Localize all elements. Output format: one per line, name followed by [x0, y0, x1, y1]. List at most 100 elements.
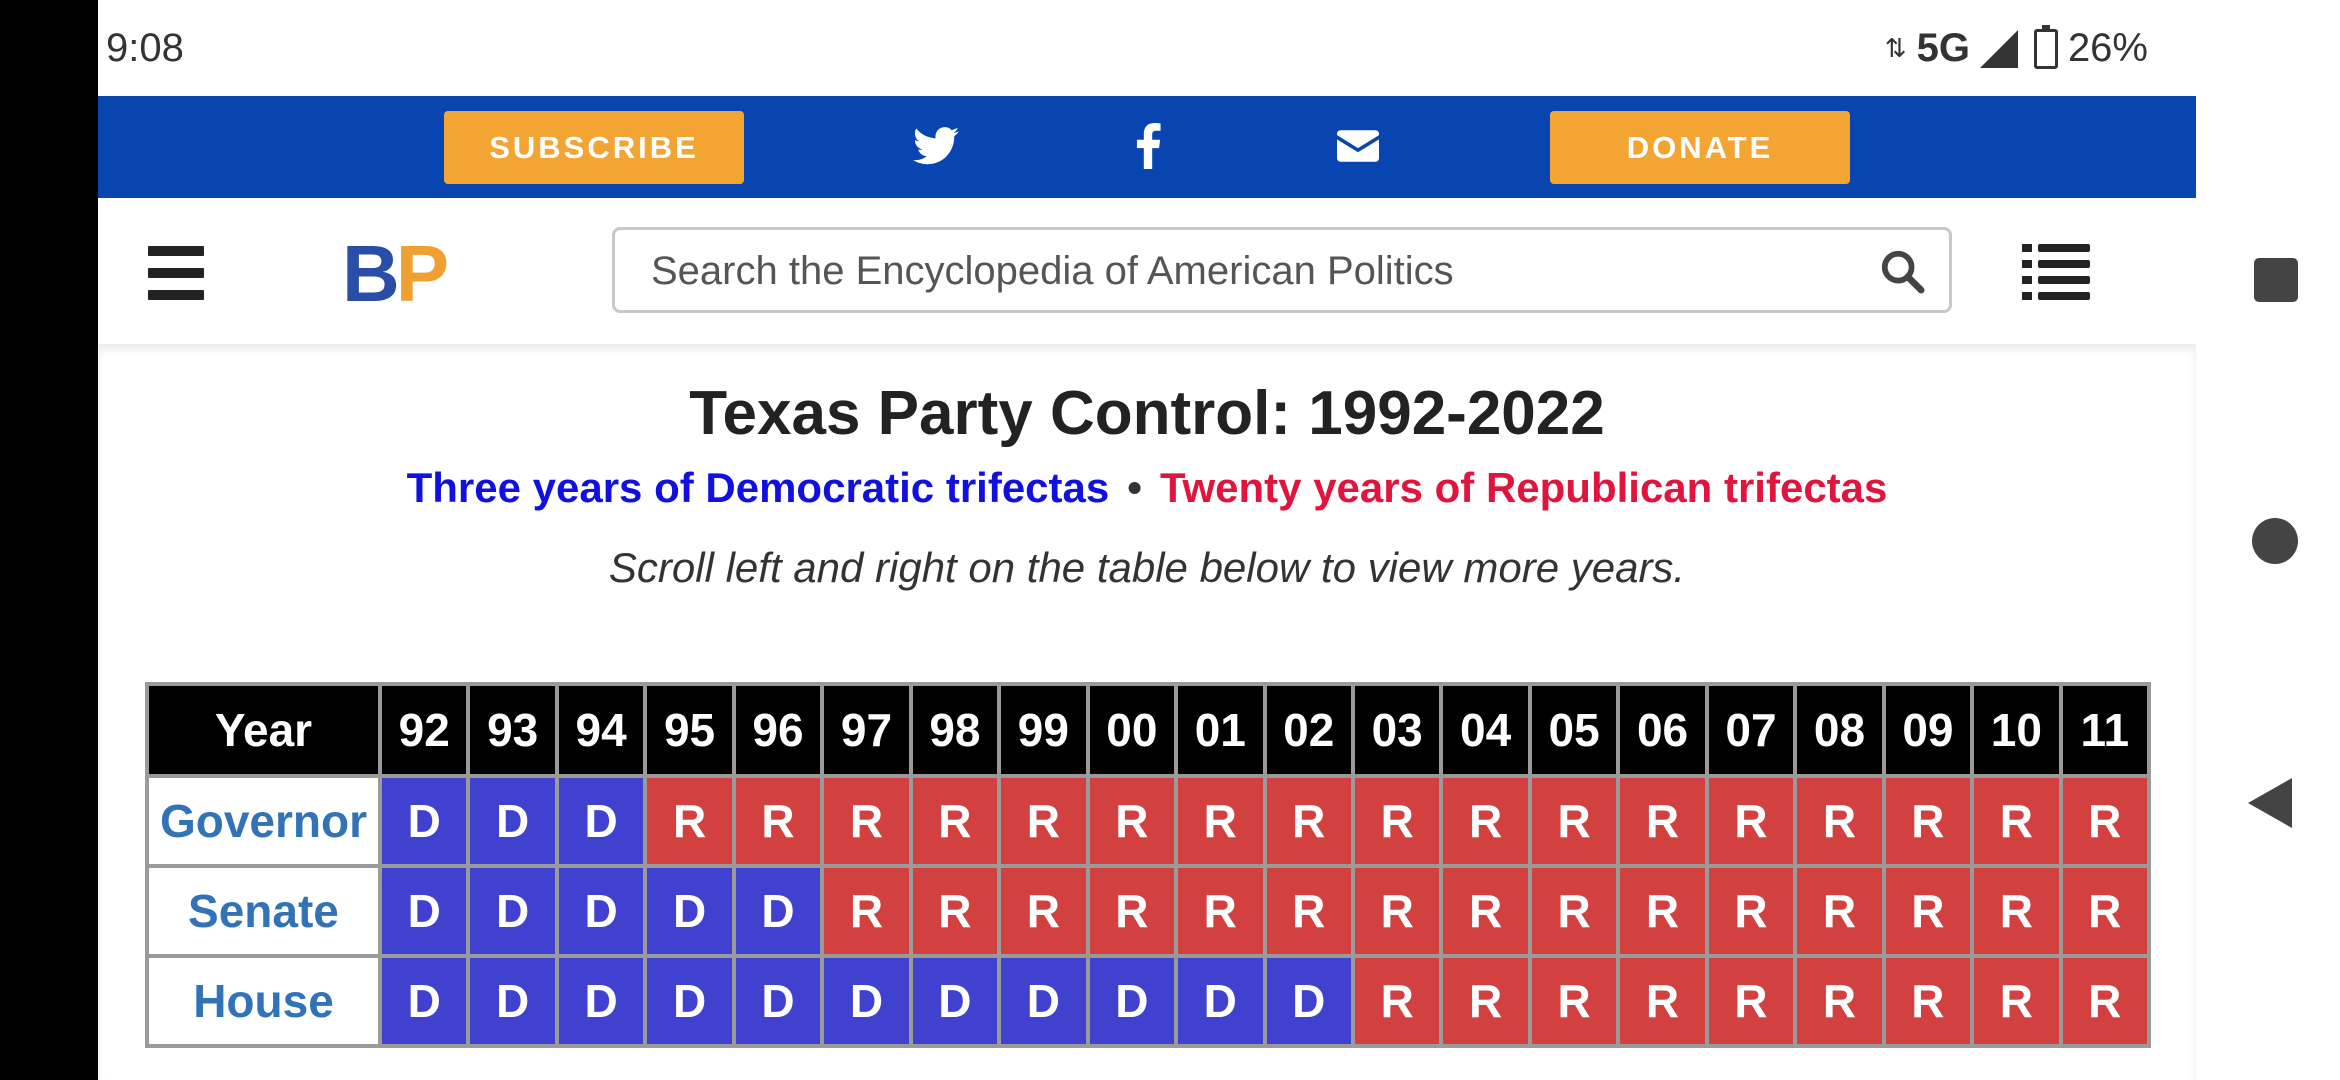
party-cell: R: [1439, 954, 1532, 1048]
party-cell: D: [820, 954, 913, 1048]
republican-trifecta-link[interactable]: Twenty years of Republican trifectas: [1160, 464, 1887, 511]
party-cell: R: [1439, 864, 1532, 958]
party-cell: D: [1174, 954, 1267, 1048]
party-cell: R: [1616, 954, 1709, 1048]
table-body: Governor D D D R R R R R R R R R R R R R R R R R Senate D D D D D R…: [145, 774, 2151, 1048]
party-cell: R: [1085, 774, 1179, 868]
party-cell: R: [1527, 774, 1621, 868]
row-label[interactable]: Senate: [145, 864, 382, 958]
site-header: BP: [98, 198, 2196, 345]
year-header-cell: 01: [1174, 682, 1267, 778]
row-label[interactable]: Governor: [145, 774, 382, 868]
party-cell: R: [1793, 774, 1886, 868]
party-cell: R: [1616, 864, 1709, 958]
party-cell: R: [908, 864, 1002, 958]
donate-button[interactable]: DONATE: [1550, 111, 1850, 184]
party-cell: R: [1262, 864, 1355, 958]
scroll-note: Scroll left and right on the table below…: [608, 544, 1686, 591]
status-bar: 9:08 ⇅ 5G 26%: [98, 0, 2196, 96]
year-header-row: Year 92 93 94 95 96 97 98 99 00 01 02 03 04 05 06 07 08 0…: [145, 682, 2151, 778]
table-row: Governor D D D R R R R R R R R R R R R R R R R R: [145, 774, 2151, 868]
data-arrows-icon: ⇅: [1884, 33, 1907, 63]
email-icon[interactable]: [1328, 116, 1388, 176]
party-cell: R: [2058, 864, 2151, 958]
party-cell: D: [908, 954, 1002, 1048]
year-header-cell: 94: [554, 682, 648, 778]
party-cell: D: [554, 954, 648, 1048]
party-cell: D: [1085, 954, 1179, 1048]
year-header-cell: 95: [643, 682, 736, 778]
party-cell: R: [1793, 954, 1886, 1048]
home-icon[interactable]: [2252, 518, 2298, 564]
table-row: Senate D D D D D R R R R R R R R R R R R R R R: [145, 864, 2151, 958]
year-header-cell: 07: [1704, 682, 1798, 778]
party-cell: R: [820, 774, 913, 868]
party-cell: R: [1085, 864, 1179, 958]
twitter-icon[interactable]: [906, 116, 966, 176]
year-header-cell: 97: [820, 682, 913, 778]
row-label[interactable]: House: [145, 954, 382, 1048]
party-control-table-scroll[interactable]: Year 92 93 94 95 96 97 98 99 00 01 02 03 04 05 06 07 08 0…: [145, 682, 2151, 1080]
network-type: 5G: [1916, 26, 1970, 70]
party-cell: R: [1174, 864, 1267, 958]
facebook-icon[interactable]: [1118, 116, 1178, 176]
year-header-cell: 00: [1085, 682, 1179, 778]
party-cell: D: [554, 774, 648, 868]
party-cell: R: [1350, 774, 1444, 868]
party-cell: R: [1881, 954, 1975, 1048]
party-cell: D: [377, 864, 471, 958]
party-cell: R: [820, 864, 913, 958]
party-cell: R: [1350, 954, 1444, 1048]
back-icon[interactable]: [2248, 778, 2292, 828]
party-cell: R: [1527, 864, 1621, 958]
search-icon[interactable]: [1879, 248, 1925, 294]
year-header-cell: 92: [377, 682, 471, 778]
search-input[interactable]: [615, 230, 1833, 312]
status-right: ⇅ 5G 26%: [1884, 24, 2148, 71]
year-header-cell: 03: [1350, 682, 1444, 778]
list-menu-icon[interactable]: [2022, 242, 2090, 302]
party-cell: R: [643, 774, 736, 868]
party-cell: R: [997, 864, 1090, 958]
top-action-bar: SUBSCRIBE DONATE: [98, 96, 2196, 198]
party-cell: R: [1704, 954, 1798, 1048]
party-cell: R: [997, 774, 1090, 868]
party-cell: R: [2058, 774, 2151, 868]
party-cell: R: [1439, 774, 1532, 868]
year-header-cell: 06: [1616, 682, 1709, 778]
party-control-table: Year 92 93 94 95 96 97 98 99 00 01 02 03 04 05 06 07 08 0…: [145, 682, 2151, 1048]
party-cell: R: [1881, 864, 1975, 958]
signal-icon: [1979, 29, 2018, 68]
year-header-cell: 96: [731, 682, 825, 778]
year-header-cell: 08: [1793, 682, 1886, 778]
trifecta-summary: Three years of Democratic trifectas • Twen…: [98, 464, 2196, 512]
party-cell: R: [1262, 774, 1355, 868]
democratic-trifecta-link[interactable]: Three years of Democratic trifectas: [407, 464, 1110, 511]
party-cell: D: [377, 954, 471, 1048]
ballotpedia-logo[interactable]: BP: [342, 228, 449, 320]
year-header-cell: 98: [908, 682, 1002, 778]
party-cell: D: [731, 864, 825, 958]
phone-screen: 9:08 ⇅ 5G 26% SUBSCRIBE DONATE BP Search…: [98, 0, 2196, 1080]
party-cell: R: [1704, 864, 1798, 958]
party-cell: R: [2058, 954, 2151, 1048]
recent-apps-icon[interactable]: [2254, 258, 2298, 302]
party-cell: D: [466, 864, 559, 958]
party-cell: R: [1350, 864, 1444, 958]
status-time: 9:08: [106, 26, 184, 70]
party-cell: R: [1527, 954, 1621, 1048]
party-cell: R: [908, 774, 1002, 868]
year-header-label: Year: [145, 682, 382, 778]
party-cell: R: [1616, 774, 1709, 868]
hamburger-menu-icon[interactable]: [148, 246, 204, 300]
party-cell: R: [1174, 774, 1267, 868]
separator-dot: •: [1127, 464, 1142, 511]
party-cell: R: [1970, 954, 2063, 1048]
year-header-cell: 99: [997, 682, 1090, 778]
party-cell: R: [1970, 864, 2063, 958]
year-header-cell: 09: [1881, 682, 1975, 778]
party-cell: D: [643, 864, 736, 958]
party-cell: D: [1262, 954, 1355, 1048]
party-cell: D: [554, 864, 648, 958]
subscribe-button[interactable]: SUBSCRIBE: [444, 111, 744, 184]
